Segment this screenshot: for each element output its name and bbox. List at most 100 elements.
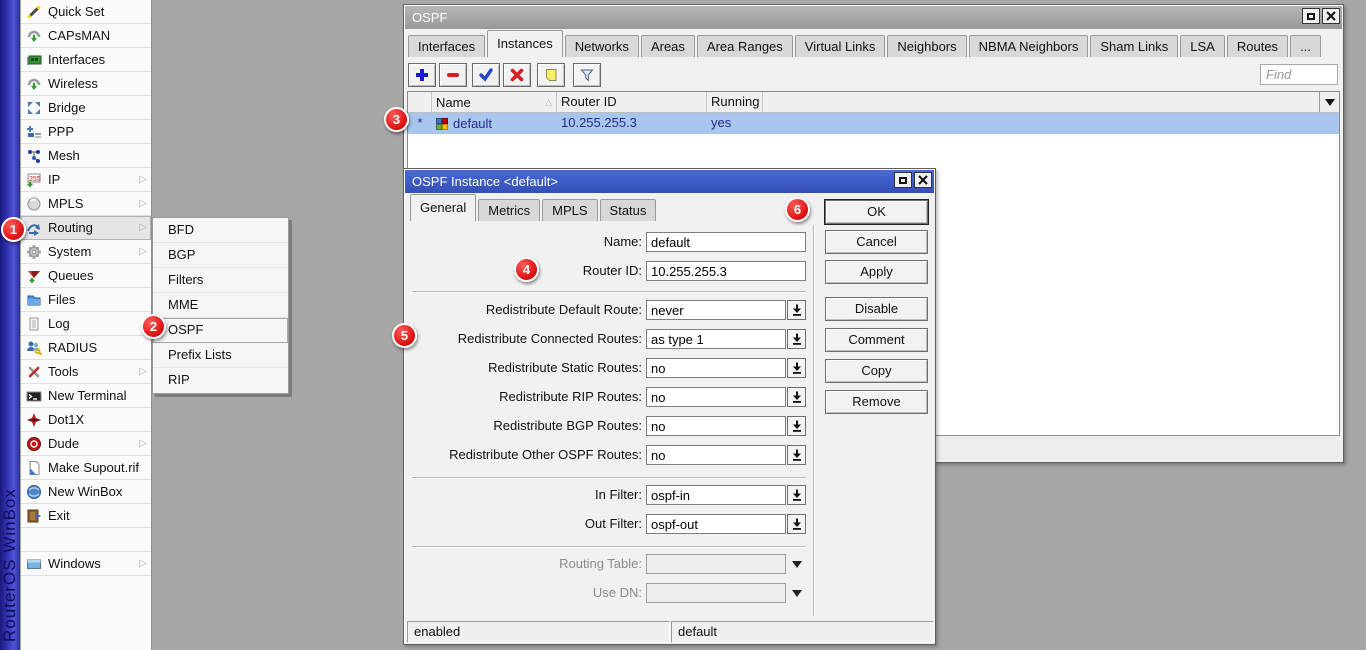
redistribute-default-route-field[interactable] [646, 300, 786, 320]
find-input[interactable] [1260, 64, 1338, 85]
enable-button[interactable] [472, 63, 500, 87]
sidebar-item-mesh[interactable]: Mesh [21, 144, 151, 168]
ospf-window-titlebar[interactable]: OSPF [405, 6, 1342, 29]
redistribute-rip-routes-field[interactable] [646, 387, 786, 407]
submenu-item-bfd[interactable]: BFD [153, 218, 288, 243]
maximize-icon[interactable] [1302, 8, 1320, 24]
tab-general[interactable]: General [410, 194, 476, 221]
router-id-field[interactable] [646, 261, 806, 281]
filter-button[interactable] [573, 63, 601, 87]
submenu-item-prefix-lists[interactable]: Prefix Lists [153, 343, 288, 368]
disable-button[interactable]: Disable [825, 297, 928, 321]
arrow-to-bar-icon [792, 333, 802, 345]
sidebar-item-make-supout[interactable]: Make Supout.rif [21, 456, 151, 480]
submenu-item-ospf[interactable]: OSPF [153, 318, 288, 343]
sidebar-item-interfaces[interactable]: Interfaces [21, 48, 151, 72]
out-filter-dropdown[interactable] [787, 514, 806, 534]
sidebar-item-queues[interactable]: Queues [21, 264, 151, 288]
column-header-router-id[interactable]: Router ID [557, 92, 707, 112]
tab-sham-links[interactable]: Sham Links [1090, 35, 1178, 57]
sidebar-item-exit[interactable]: Exit [21, 504, 151, 528]
redistribute-other-ospf-routes-dropdown[interactable] [787, 445, 806, 465]
submenu-item-bgp[interactable]: BGP [153, 243, 288, 268]
redistribute-bgp-routes-field[interactable] [646, 416, 786, 436]
name-field[interactable] [646, 232, 806, 252]
out-filter-field[interactable] [646, 514, 786, 534]
disable-button[interactable] [503, 63, 531, 87]
dialog-titlebar[interactable]: OSPF Instance <default> [405, 170, 934, 193]
apply-button[interactable]: Apply [825, 260, 928, 284]
sidebar-item-new-terminal[interactable]: New Terminal [21, 384, 151, 408]
redistribute-connected-routes-field[interactable] [646, 329, 786, 349]
sidebar-item-ppp[interactable]: PPP [21, 120, 151, 144]
sidebar-item-wireless[interactable]: Wireless [21, 72, 151, 96]
tab-mpls[interactable]: MPLS [542, 199, 597, 221]
tab-more[interactable]: ... [1290, 35, 1321, 57]
routing-table-field[interactable] [646, 554, 786, 574]
tab-metrics[interactable]: Metrics [478, 199, 540, 221]
in-filter-field[interactable] [646, 485, 786, 505]
column-header-name[interactable]: Name △ [432, 92, 557, 112]
remove-button[interactable]: Remove [825, 390, 928, 414]
in-filter-dropdown[interactable] [787, 485, 806, 505]
tab-lsa[interactable]: LSA [1180, 35, 1225, 57]
routing-table-combo-arrow[interactable] [791, 554, 803, 574]
comment-button[interactable]: Comment [825, 328, 928, 352]
tab-instances[interactable]: Instances [487, 30, 563, 57]
copy-button[interactable]: Copy [825, 359, 928, 383]
redistribute-default-route-dropdown[interactable] [787, 300, 806, 320]
submenu-item-mme[interactable]: MME [153, 293, 288, 318]
tab-virtual-links[interactable]: Virtual Links [795, 35, 886, 57]
sidebar-item-new-winbox[interactable]: New WinBox [21, 480, 151, 504]
sidebar-item-bridge[interactable]: Bridge [21, 96, 151, 120]
dude-icon [26, 436, 42, 452]
tab-nbma-neighbors[interactable]: NBMA Neighbors [969, 35, 1089, 57]
sidebar-item-tools[interactable]: Tools ▷ [21, 360, 151, 384]
comment-button[interactable] [537, 63, 565, 87]
tab-status[interactable]: Status [600, 199, 657, 221]
tab-area-ranges[interactable]: Area Ranges [697, 35, 793, 57]
sidebar-item-system[interactable]: System ▷ [21, 240, 151, 264]
use-dn-combo-arrow[interactable] [791, 583, 803, 603]
tab-neighbors[interactable]: Neighbors [887, 35, 966, 57]
submenu-item-filters[interactable]: Filters [153, 268, 288, 293]
redistribute-rip-routes-dropdown[interactable] [787, 387, 806, 407]
sidebar-item-windows[interactable]: Windows ▷ [21, 552, 151, 576]
table-row[interactable]: * default 10.255.255.3 yes [408, 113, 1339, 134]
svg-text:255: 255 [29, 176, 41, 183]
sidebar-item-dot1x[interactable]: Dot1X [21, 408, 151, 432]
sidebar-item-mpls[interactable]: MPLS ▷ [21, 192, 151, 216]
tab-interfaces[interactable]: Interfaces [408, 35, 485, 57]
redistribute-static-routes-dropdown[interactable] [787, 358, 806, 378]
sidebar-item-routing[interactable]: Routing ▷ [21, 216, 151, 240]
submenu-item-rip[interactable]: RIP [153, 368, 288, 393]
remove-button[interactable] [439, 63, 467, 87]
ok-button[interactable]: OK [825, 200, 928, 224]
add-button[interactable] [408, 63, 436, 87]
tab-networks[interactable]: Networks [565, 35, 639, 57]
redistribute-bgp-routes-dropdown[interactable] [787, 416, 806, 436]
cancel-button[interactable]: Cancel [825, 230, 928, 254]
maximize-icon[interactable] [894, 172, 912, 188]
column-select-button[interactable] [1319, 92, 1339, 112]
out-filter-label: Out Filter: [412, 514, 642, 534]
routing-icon [26, 220, 42, 236]
close-icon[interactable] [914, 172, 932, 188]
column-header-running[interactable]: Running [707, 92, 763, 112]
sidebar-item-ip[interactable]: 255 IP ▷ [21, 168, 151, 192]
sidebar-item-quick-set[interactable]: Quick Set [21, 0, 151, 24]
redistribute-connected-routes-dropdown[interactable] [787, 329, 806, 349]
tab-routes[interactable]: Routes [1227, 35, 1288, 57]
sidebar-item-files[interactable]: Files [21, 288, 151, 312]
tab-areas[interactable]: Areas [641, 35, 695, 57]
sidebar-item-radius[interactable]: RADIUS [21, 336, 151, 360]
sidebar-item-capsman[interactable]: CAPsMAN [21, 24, 151, 48]
use-dn-field[interactable] [646, 583, 786, 603]
sidebar-item-dude[interactable]: Dude ▷ [21, 432, 151, 456]
sidebar-item-log[interactable]: Log [21, 312, 151, 336]
close-icon[interactable] [1322, 8, 1340, 24]
column-header-flags[interactable] [408, 92, 432, 112]
sidebar-spacer [21, 528, 151, 552]
redistribute-static-routes-field[interactable] [646, 358, 786, 378]
redistribute-other-ospf-routes-field[interactable] [646, 445, 786, 465]
